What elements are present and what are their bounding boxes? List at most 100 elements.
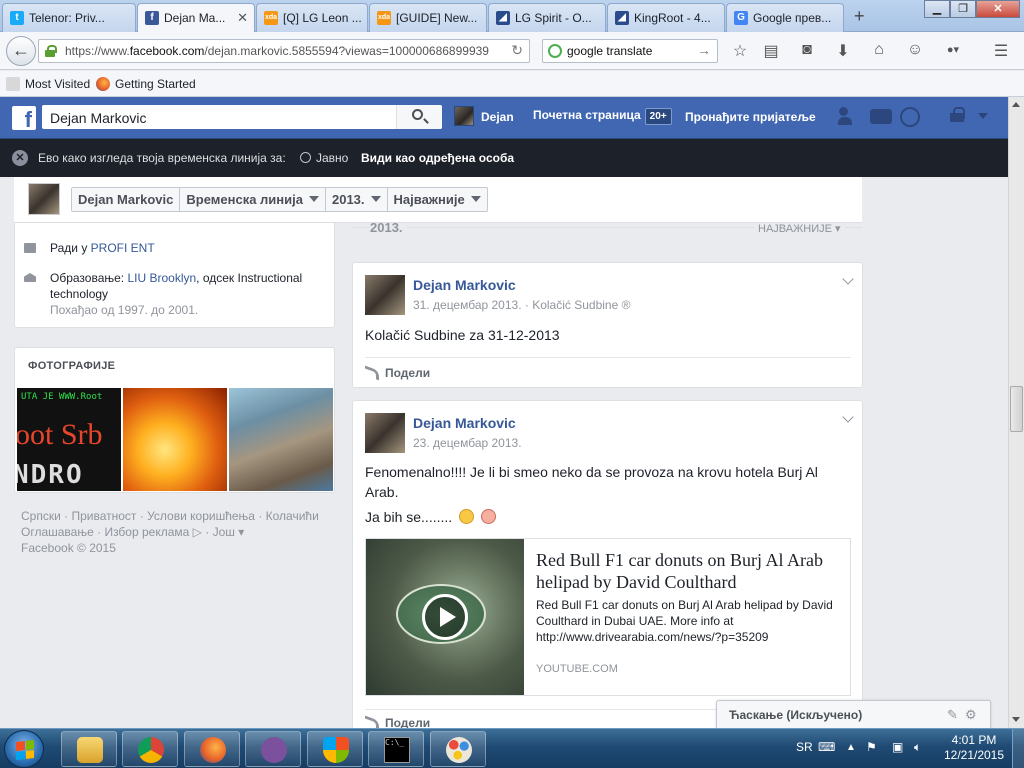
footer-link[interactable]: Колачићи	[266, 509, 319, 523]
photo-thumbnail[interactable]: UTA JE WWW.Root oot Srb NDRO	[17, 388, 121, 491]
profile-name-button[interactable]: Dejan Markovic	[72, 188, 181, 211]
nav-home-link[interactable]: Почетна страница 20+	[533, 108, 672, 125]
taskbar-firefox[interactable]	[184, 731, 240, 767]
tab-kingroot[interactable]: ◢ KingRoot - 4...	[607, 3, 725, 32]
compose-message-icon[interactable]: ✎	[947, 707, 958, 723]
taskbar-chrome[interactable]	[122, 731, 178, 767]
post-author-avatar[interactable]	[365, 275, 405, 315]
view-as-specific-person-link[interactable]: Види као одређена особа	[361, 151, 514, 165]
footer-link[interactable]: Још	[213, 525, 235, 539]
close-window-button[interactable]: ✕	[976, 0, 1020, 18]
tab-lg-leon[interactable]: xda [Q] LG Leon ...	[256, 3, 368, 32]
fb-search-button[interactable]	[396, 105, 442, 129]
exit-view-as-icon[interactable]: ✕	[12, 150, 28, 166]
action-center-flag-icon[interactable]: ⚑	[866, 740, 877, 754]
timeline-dropdown[interactable]: Временска линија	[180, 188, 326, 211]
post-share-button[interactable]: Подели	[365, 365, 430, 381]
reload-icon[interactable]: ↻	[511, 42, 523, 59]
volume-icon[interactable]: 🔈︎	[914, 740, 921, 755]
post-date[interactable]: 31. децембар 2013.	[413, 298, 522, 312]
keyboard-icon[interactable]: ⌨	[818, 740, 835, 754]
facebook-logo-icon[interactable]: f	[12, 106, 36, 130]
system-clock[interactable]: 4:01 PM 12/21/2015	[940, 733, 1008, 763]
minimize-button[interactable]: ▁	[924, 0, 950, 18]
photo-thumbnail[interactable]	[229, 388, 333, 491]
post-options-chevron-icon[interactable]	[842, 273, 854, 285]
work-link[interactable]: PROFI ENT	[91, 241, 155, 255]
back-button[interactable]: ←	[6, 36, 36, 66]
search-go-icon[interactable]: →	[697, 42, 711, 58]
fb-search-input[interactable]: Dejan Markovic	[50, 110, 146, 126]
account-menu-chevron-icon[interactable]	[978, 113, 988, 119]
timeline-filter-dropdown[interactable]: НАЈВАЖНИЈЕ ▾	[754, 222, 845, 235]
friend-requests-icon[interactable]	[838, 107, 860, 127]
footer-link[interactable]: Приватност	[71, 509, 136, 523]
year-dropdown[interactable]: 2013.	[326, 188, 388, 211]
tab-telenor[interactable]: t Telenor: Priv...	[2, 3, 136, 32]
page-scrollbar[interactable]	[1008, 97, 1024, 728]
show-desktop-button[interactable]	[1012, 729, 1024, 768]
chat-sidebar-tab[interactable]: Ћаскање (Искључено) ✎ ⚙	[716, 700, 991, 728]
maximize-button[interactable]: ❐	[950, 0, 976, 18]
network-icon[interactable]: ▣	[892, 740, 903, 754]
bookmark-star-icon[interactable]: ☆	[729, 41, 751, 61]
new-tab-button[interactable]: +	[854, 6, 865, 27]
post-author-name[interactable]: Dejan Markovic	[413, 277, 516, 293]
pocket-icon[interactable]: ◙	[796, 41, 818, 59]
language-indicator[interactable]: SR	[796, 740, 813, 754]
video-thumbnail[interactable]	[366, 539, 524, 695]
smiley-icon[interactable]: ☺	[904, 41, 926, 59]
post-date[interactable]: 23. децембар 2013.	[413, 436, 522, 450]
profile-avatar[interactable]	[28, 183, 60, 215]
taskbar-viber[interactable]	[245, 731, 301, 767]
view-as-audience[interactable]: Јавно	[316, 151, 348, 165]
post-author-avatar[interactable]	[365, 413, 405, 453]
messages-icon[interactable]	[870, 109, 892, 124]
link-title[interactable]: Red Bull F1 car donuts on Burj Al Arab h…	[536, 549, 836, 593]
play-video-icon[interactable]	[422, 594, 468, 640]
scrollbar-thumb[interactable]	[1010, 386, 1023, 432]
bookmarks-list-icon[interactable]: ▤	[760, 41, 782, 61]
photos-title[interactable]: ФОТОГРАФИЈЕ	[28, 360, 115, 372]
url-bar[interactable]: https://www.facebook.com/dejan.markovic.…	[38, 39, 530, 63]
chat-settings-gear-icon[interactable]: ⚙	[965, 707, 977, 723]
privacy-shortcuts-icon[interactable]	[950, 107, 965, 123]
start-button[interactable]	[4, 730, 44, 768]
bookmark-getting-started[interactable]: Getting Started	[96, 77, 196, 91]
education-link[interactable]: LIU Brooklyn	[127, 271, 196, 285]
post-author-name[interactable]: Dejan Markovic	[413, 415, 516, 431]
footer-link[interactable]: Избор реклама	[104, 525, 189, 539]
tab-google-translate[interactable]: G Google прев...	[726, 3, 844, 32]
close-tab-icon[interactable]: ✕	[237, 10, 248, 26]
scroll-up-icon[interactable]	[1012, 102, 1020, 107]
fb-search-box[interactable]: Dejan Markovic	[42, 105, 442, 129]
footer-link[interactable]: Услови коришћења	[147, 509, 255, 523]
tab-facebook[interactable]: f Dejan Ma... ✕	[137, 3, 255, 33]
search-bar[interactable]: google translate →	[542, 39, 718, 63]
scroll-down-icon[interactable]	[1012, 717, 1020, 722]
post-options-chevron-icon[interactable]	[842, 411, 854, 423]
show-hidden-icons-icon[interactable]: ▲	[846, 742, 856, 753]
link-preview-card[interactable]: Red Bull F1 car donuts on Burj Al Arab h…	[365, 538, 851, 696]
footer-link[interactable]: Српски	[21, 509, 61, 523]
notifications-globe-icon[interactable]	[900, 107, 920, 127]
bookmark-most-visited[interactable]: Most Visited	[6, 77, 90, 91]
footer-link[interactable]: Оглашавање	[21, 525, 94, 539]
search-input[interactable]: google translate	[567, 44, 652, 58]
nav-find-friends-link[interactable]: Пронађите пријатеље	[685, 110, 816, 124]
tab-guide[interactable]: xda [GUIDE] New...	[369, 3, 487, 32]
menu-icon[interactable]: ☰	[990, 41, 1012, 61]
post-share-button[interactable]: Подели	[365, 715, 430, 728]
taskbar-cmd[interactable]: C:\_	[368, 731, 424, 767]
user-avatar[interactable]	[454, 106, 474, 126]
highlights-dropdown[interactable]: Најважније	[388, 188, 487, 211]
adblock-icon[interactable]: ●▾	[942, 43, 964, 56]
tab-lg-spirit[interactable]: ◢ LG Spirit - O...	[488, 3, 606, 32]
download-icon[interactable]: ⬇	[832, 41, 854, 61]
nav-profile-link[interactable]: Dejan	[481, 110, 514, 124]
taskbar-paint[interactable]	[430, 731, 486, 767]
photo-thumbnail[interactable]	[123, 388, 227, 491]
taskbar-explorer[interactable]	[61, 731, 117, 767]
home-icon[interactable]: ⌂	[868, 41, 890, 59]
post-app[interactable]: Kolačić Sudbine ®	[532, 298, 630, 312]
